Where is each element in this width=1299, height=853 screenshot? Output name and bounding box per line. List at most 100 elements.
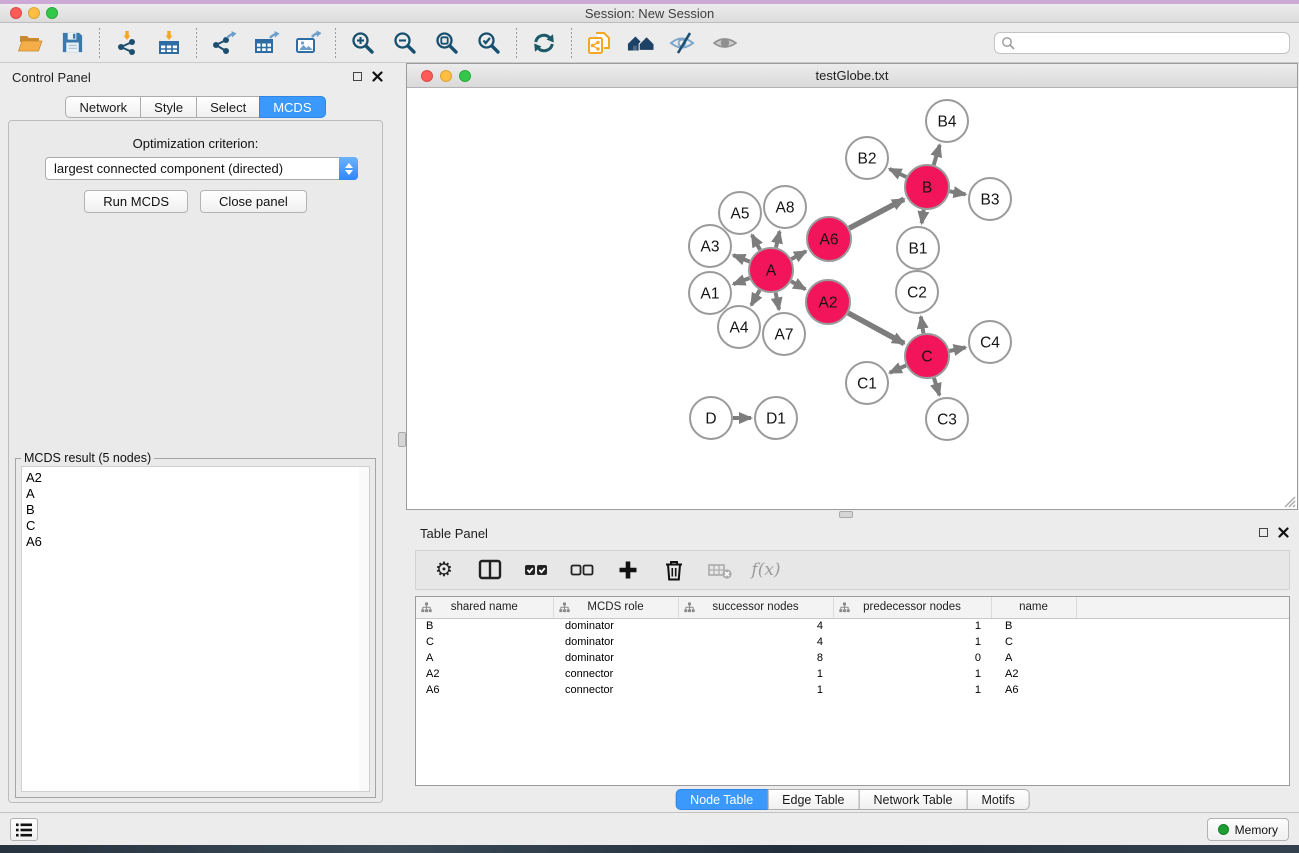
- result-item[interactable]: B: [26, 502, 369, 518]
- open-session-button[interactable]: [16, 29, 44, 57]
- show-columns-button[interactable]: [476, 556, 504, 584]
- graph-edge[interactable]: [751, 290, 760, 305]
- table-cell[interactable]: connector: [553, 682, 678, 698]
- float-table-panel-icon[interactable]: [1259, 528, 1268, 537]
- table-cell[interactable]: 0: [833, 650, 991, 666]
- export-network-button[interactable]: [210, 29, 238, 57]
- result-list-scrollbar[interactable]: [359, 467, 369, 791]
- deselect-all-rows-button[interactable]: [568, 556, 596, 584]
- export-image-button[interactable]: [294, 29, 322, 57]
- export-table-button[interactable]: [252, 29, 280, 57]
- import-network-button[interactable]: [113, 29, 141, 57]
- table-cell[interactable]: A6: [991, 682, 1076, 698]
- tab-select[interactable]: Select: [196, 96, 260, 118]
- hide-selected-button[interactable]: [669, 29, 697, 57]
- result-item[interactable]: A2: [26, 470, 369, 486]
- table-cell[interactable]: dominator: [553, 618, 678, 634]
- node-table[interactable]: shared name MCDS role successor nodes pr…: [415, 596, 1290, 786]
- table-cell[interactable]: 1: [678, 682, 833, 698]
- table-cell[interactable]: 1: [833, 666, 991, 682]
- graph-edge[interactable]: [921, 317, 924, 334]
- tab-edge-table[interactable]: Edge Table: [767, 789, 859, 810]
- graph-edge[interactable]: [791, 251, 806, 259]
- mcds-result-list[interactable]: A2ABCA6: [21, 466, 370, 792]
- table-cell[interactable]: 1: [833, 618, 991, 634]
- col-mcds-role[interactable]: MCDS role: [553, 597, 678, 618]
- zoom-selected-button[interactable]: [475, 29, 503, 57]
- float-panel-icon[interactable]: [353, 72, 362, 81]
- table-cell[interactable]: A: [991, 650, 1076, 666]
- table-cell[interactable]: B: [991, 618, 1076, 634]
- network-graph[interactable]: AA1A2A3A4A5A6A7A8BB1B2B3B4CC1C2C3C4DD1: [407, 88, 1297, 509]
- delete-column-button[interactable]: [660, 556, 688, 584]
- show-log-button[interactable]: [10, 818, 38, 841]
- graph-edge[interactable]: [890, 365, 906, 372]
- tab-style[interactable]: Style: [140, 96, 197, 118]
- col-shared-name[interactable]: shared name: [416, 597, 553, 618]
- table-cell[interactable]: 8: [678, 650, 833, 666]
- search-input[interactable]: [1015, 34, 1289, 52]
- table-row[interactable]: A6connector11A6: [416, 682, 1289, 698]
- table-row[interactable]: Bdominator41B: [416, 618, 1289, 634]
- duplicate-network-button[interactable]: [585, 29, 613, 57]
- result-item[interactable]: A: [26, 486, 369, 502]
- table-cell[interactable]: C: [991, 634, 1076, 650]
- table-cell[interactable]: B: [416, 618, 553, 634]
- result-item[interactable]: A6: [26, 534, 369, 550]
- graph-edge[interactable]: [848, 313, 904, 344]
- save-session-button[interactable]: [58, 29, 86, 57]
- graph-edge[interactable]: [922, 210, 924, 224]
- graph-edge[interactable]: [776, 231, 780, 247]
- resize-grip-icon[interactable]: [1282, 494, 1296, 508]
- table-options-button[interactable]: ⚙: [430, 556, 458, 584]
- graph-edge[interactable]: [950, 191, 966, 194]
- network-window-titlebar[interactable]: testGlobe.txt: [407, 64, 1297, 88]
- col-successor-nodes[interactable]: successor nodes: [678, 597, 833, 618]
- table-row[interactable]: A2connector11A2: [416, 666, 1289, 682]
- run-mcds-button[interactable]: Run MCDS: [84, 190, 188, 213]
- refresh-button[interactable]: [530, 29, 558, 57]
- function-builder-button[interactable]: f(x): [752, 556, 780, 584]
- graph-edge[interactable]: [776, 293, 779, 310]
- table-cell[interactable]: dominator: [553, 634, 678, 650]
- close-panel-icon[interactable]: [372, 71, 383, 82]
- table-cell[interactable]: 1: [833, 682, 991, 698]
- optimization-criterion-select[interactable]: largest connected component (directed): [45, 157, 358, 180]
- vertical-split-handle[interactable]: [398, 432, 406, 447]
- graph-edge[interactable]: [934, 378, 939, 395]
- graph-edge[interactable]: [949, 347, 965, 351]
- memory-button[interactable]: Memory: [1207, 818, 1289, 841]
- table-cell[interactable]: A: [416, 650, 553, 666]
- table-cell[interactable]: dominator: [553, 650, 678, 666]
- zoom-out-button[interactable]: [391, 29, 419, 57]
- show-all-button[interactable]: [711, 29, 739, 57]
- select-all-rows-button[interactable]: [522, 556, 550, 584]
- graph-edge[interactable]: [791, 281, 805, 289]
- delete-table-button[interactable]: [706, 556, 734, 584]
- table-cell[interactable]: A6: [416, 682, 553, 698]
- table-cell[interactable]: 1: [833, 634, 991, 650]
- network-canvas[interactable]: AA1A2A3A4A5A6A7A8BB1B2B3B4CC1C2C3C4DD1: [407, 88, 1297, 509]
- graph-edge[interactable]: [733, 278, 749, 284]
- table-cell[interactable]: connector: [553, 666, 678, 682]
- table-cell[interactable]: A2: [991, 666, 1076, 682]
- result-item[interactable]: C: [26, 518, 369, 534]
- graph-edge[interactable]: [890, 169, 907, 177]
- zoom-in-button[interactable]: [349, 29, 377, 57]
- tab-network[interactable]: Network: [65, 96, 141, 118]
- graph-edge[interactable]: [934, 145, 940, 165]
- graph-edge[interactable]: [849, 199, 904, 228]
- tab-network-table[interactable]: Network Table: [859, 789, 968, 810]
- table-cell[interactable]: 4: [678, 634, 833, 650]
- search-box[interactable]: [994, 32, 1290, 54]
- graph-edge[interactable]: [733, 255, 749, 261]
- home-button[interactable]: [627, 29, 655, 57]
- table-cell[interactable]: 4: [678, 618, 833, 634]
- col-name[interactable]: name: [991, 597, 1076, 618]
- add-column-button[interactable]: [614, 556, 642, 584]
- tab-motifs[interactable]: Motifs: [966, 789, 1029, 810]
- import-table-button[interactable]: [155, 29, 183, 57]
- horizontal-split-handle[interactable]: [839, 511, 853, 518]
- close-panel-button[interactable]: Close panel: [200, 190, 307, 213]
- table-cell[interactable]: 1: [678, 666, 833, 682]
